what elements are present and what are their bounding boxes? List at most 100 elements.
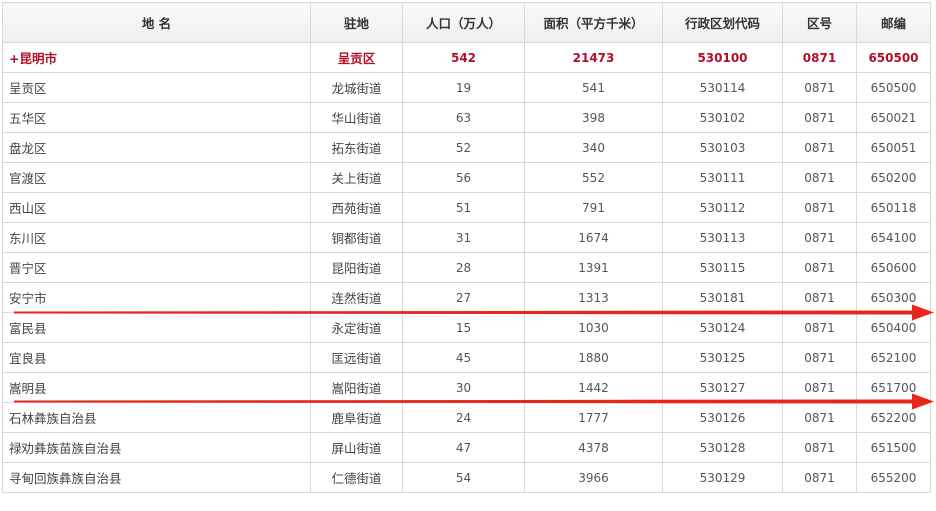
cell-population: 56 — [402, 162, 525, 193]
cell-admin-code: 530128 — [662, 432, 783, 463]
cell-population: 19 — [402, 72, 525, 103]
cell-area-code: 0871 — [782, 192, 857, 223]
cell-admin-code: 530181 — [662, 282, 783, 313]
cell-population: 27 — [402, 282, 525, 313]
cell-population: 47 — [402, 432, 525, 463]
cell-area: 21473 — [524, 42, 663, 73]
cell-name: 晋宁区 — [2, 252, 311, 283]
cell-area-code: 0871 — [782, 252, 857, 283]
header-admin-code: 行政区划代码 — [662, 2, 783, 43]
cell-area: 1674 — [524, 222, 663, 253]
cell-area: 1313 — [524, 282, 663, 313]
table-row: 晋宁区 昆阳街道 28 1391 530115 0871 650600 — [2, 252, 931, 283]
cell-seat: 呈贡区 — [310, 42, 403, 73]
cell-area-code: 0871 — [782, 282, 857, 313]
cell-population: 51 — [402, 192, 525, 223]
cell-seat: 铜都街道 — [310, 222, 403, 253]
cell-area-code: 0871 — [782, 42, 857, 73]
cell-area: 398 — [524, 102, 663, 133]
table-header-row: 地 名 驻地 人口（万人） 面积（平方千米） 行政区划代码 区号 邮编 — [2, 2, 931, 43]
cell-admin-code: 530113 — [662, 222, 783, 253]
cell-admin-code: 530100 — [662, 42, 783, 73]
cell-area: 552 — [524, 162, 663, 193]
cell-population: 542 — [402, 42, 525, 73]
cell-postcode: 650118 — [856, 192, 931, 223]
cell-seat: 匡远街道 — [310, 342, 403, 373]
table-row: 呈贡区 龙城街道 19 541 530114 0871 650500 — [2, 72, 931, 103]
cell-admin-code: 530103 — [662, 132, 783, 163]
cell-area-code: 0871 — [782, 402, 857, 433]
cell-postcode: 650200 — [856, 162, 931, 193]
cell-name: 呈贡区 — [2, 72, 311, 103]
table-row: 五华区 华山街道 63 398 530102 0871 650021 — [2, 102, 931, 133]
cell-postcode: 652200 — [856, 402, 931, 433]
header-postcode: 邮编 — [856, 2, 931, 43]
cell-area-code: 0871 — [782, 162, 857, 193]
cell-admin-code: 530124 — [662, 312, 783, 343]
cell-seat: 关上街道 — [310, 162, 403, 193]
cell-name: 东川区 — [2, 222, 311, 253]
cell-area: 1880 — [524, 342, 663, 373]
district-table: 地 名 驻地 人口（万人） 面积（平方千米） 行政区划代码 区号 邮编 +昆明市… — [2, 2, 931, 493]
table-row: 盘龙区 拓东街道 52 340 530103 0871 650051 — [2, 132, 931, 163]
cell-admin-code: 530129 — [662, 462, 783, 493]
cell-name: 富民县 — [2, 312, 311, 343]
cell-area-code: 0871 — [782, 72, 857, 103]
cell-name: 宜良县 — [2, 342, 311, 373]
cell-admin-code: 530125 — [662, 342, 783, 373]
cell-admin-code: 530102 — [662, 102, 783, 133]
table-row: 安宁市 连然街道 27 1313 530181 0871 650300 — [2, 282, 931, 313]
cell-area: 1391 — [524, 252, 663, 283]
cell-population: 24 — [402, 402, 525, 433]
cell-area-code: 0871 — [782, 102, 857, 133]
cell-seat: 华山街道 — [310, 102, 403, 133]
cell-postcode: 650021 — [856, 102, 931, 133]
cell-seat: 拓东街道 — [310, 132, 403, 163]
cell-postcode: 650051 — [856, 132, 931, 163]
header-name: 地 名 — [2, 2, 311, 43]
cell-name: 西山区 — [2, 192, 311, 223]
cell-postcode: 652100 — [856, 342, 931, 373]
cell-population: 30 — [402, 372, 525, 403]
table-row: 东川区 铜都街道 31 1674 530113 0871 654100 — [2, 222, 931, 253]
cell-name: 安宁市 — [2, 282, 311, 313]
cell-area: 541 — [524, 72, 663, 103]
cell-population: 45 — [402, 342, 525, 373]
cell-admin-code: 530127 — [662, 372, 783, 403]
cell-area-code: 0871 — [782, 372, 857, 403]
table-row-city-summary: +昆明市 呈贡区 542 21473 530100 0871 650500 — [2, 42, 931, 73]
cell-area: 340 — [524, 132, 663, 163]
cell-population: 28 — [402, 252, 525, 283]
cell-postcode: 650400 — [856, 312, 931, 343]
cell-postcode: 650500 — [856, 72, 931, 103]
cell-area: 3966 — [524, 462, 663, 493]
cell-admin-code: 530111 — [662, 162, 783, 193]
cell-area-code: 0871 — [782, 342, 857, 373]
cell-name: 五华区 — [2, 102, 311, 133]
cell-postcode: 651700 — [856, 372, 931, 403]
cell-population: 15 — [402, 312, 525, 343]
cell-area-code: 0871 — [782, 222, 857, 253]
cell-seat: 龙城街道 — [310, 72, 403, 103]
cell-area-code: 0871 — [782, 312, 857, 343]
cell-seat: 永定街道 — [310, 312, 403, 343]
cell-admin-code: 530112 — [662, 192, 783, 223]
table-row: 富民县 永定街道 15 1030 530124 0871 650400 — [2, 312, 931, 343]
cell-postcode: 650600 — [856, 252, 931, 283]
cell-admin-code: 530115 — [662, 252, 783, 283]
cell-postcode: 651500 — [856, 432, 931, 463]
cell-area-code: 0871 — [782, 432, 857, 463]
cell-name: 石林彝族自治县 — [2, 402, 311, 433]
cell-seat: 屏山街道 — [310, 432, 403, 463]
cell-seat: 嵩阳街道 — [310, 372, 403, 403]
cell-population: 54 — [402, 462, 525, 493]
cell-admin-code: 530114 — [662, 72, 783, 103]
cell-area-code: 0871 — [782, 132, 857, 163]
cell-name: 嵩明县 — [2, 372, 311, 403]
cell-seat: 昆阳街道 — [310, 252, 403, 283]
cell-name: 官渡区 — [2, 162, 311, 193]
header-population: 人口（万人） — [402, 2, 525, 43]
table-row: 宜良县 匡远街道 45 1880 530125 0871 652100 — [2, 342, 931, 373]
cell-name[interactable]: +昆明市 — [2, 42, 311, 73]
cell-area: 1777 — [524, 402, 663, 433]
